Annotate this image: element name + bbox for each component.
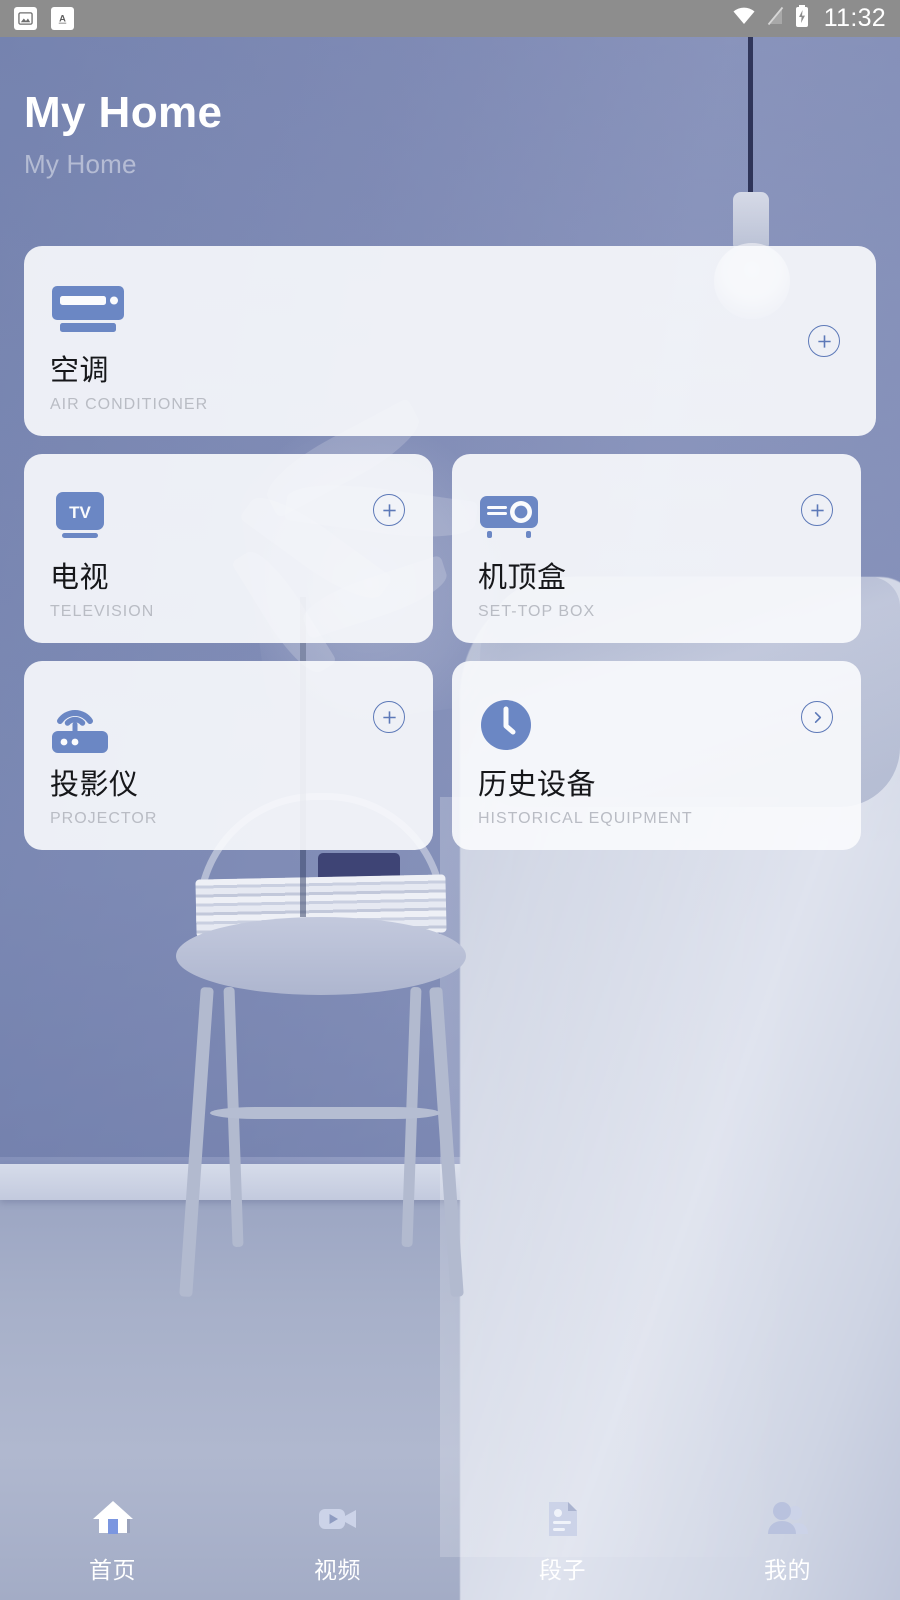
bottom-navigation-bar: 首页 视频 段子 我的 <box>0 1480 900 1600</box>
chevron-right-icon[interactable] <box>801 701 833 733</box>
device-card-label-group: 投影仪 PROJECTOR <box>50 768 157 828</box>
text-input-notification-icon: A <box>51 7 74 30</box>
nav-item-jokes[interactable]: 段子 <box>450 1496 675 1585</box>
set-top-box-icon <box>478 490 540 551</box>
battery-charging-icon <box>795 5 809 32</box>
nav-label-mine: 我的 <box>764 1556 811 1583</box>
air-conditioner-icon <box>50 282 126 345</box>
document-icon <box>540 1496 586 1542</box>
device-card-row: 投影仪 PROJECTOR 历史设备 HISTORICAL EQUIPMENT <box>24 661 876 850</box>
device-card-row: TV 电视 TELEVISION 机顶盒 SET-TOP BOX <box>24 454 876 643</box>
device-name-cn: 电视 <box>50 562 110 595</box>
device-card-projector[interactable]: 投影仪 PROJECTOR <box>24 661 433 850</box>
tv-icon: TV <box>50 490 110 551</box>
add-icon[interactable] <box>373 494 405 526</box>
add-device-button[interactable] <box>373 701 405 733</box>
status-bar-notifications: A <box>14 7 74 30</box>
device-card-list: 空调 AIR CONDITIONER TV 电视 TELEVISION 机顶盒 … <box>24 246 876 868</box>
device-name-cn: 空调 <box>50 355 110 388</box>
status-bar-clock: 11:32 <box>823 4 886 32</box>
device-card-television[interactable]: TV 电视 TELEVISION <box>24 454 433 643</box>
device-card-label-group: 电视 TELEVISION <box>50 561 154 621</box>
device-name-cn: 机顶盒 <box>478 562 567 595</box>
add-icon[interactable] <box>801 494 833 526</box>
app-screen: A 11:32 My Home My Home 空调 AIR CONDITION… <box>0 0 900 1600</box>
open-history-button[interactable] <box>801 701 833 733</box>
clock-icon <box>478 697 534 758</box>
device-card-air-conditioner[interactable]: 空调 AIR CONDITIONER <box>24 246 876 436</box>
add-device-button[interactable] <box>808 325 840 357</box>
status-bar-icons: 11:32 <box>732 4 886 33</box>
add-device-button[interactable] <box>801 494 833 526</box>
page-header: My Home My Home <box>24 88 223 180</box>
nav-item-video[interactable]: 视频 <box>225 1496 450 1585</box>
device-name-en: PROJECTOR <box>50 810 158 827</box>
device-name-cn: 历史设备 <box>478 769 597 802</box>
nav-label-home: 首页 <box>89 1556 136 1583</box>
image-notification-icon <box>14 7 37 30</box>
svg-text:A: A <box>59 13 66 23</box>
page-title: My Home <box>24 88 223 137</box>
nav-item-home[interactable]: 首页 <box>0 1496 225 1585</box>
people-icon <box>765 1496 811 1542</box>
svg-text:TV: TV <box>69 503 91 522</box>
device-card-label-group: 机顶盒 SET-TOP BOX <box>478 561 595 621</box>
add-icon[interactable] <box>373 701 405 733</box>
nav-item-mine[interactable]: 我的 <box>675 1496 900 1585</box>
projector-icon <box>50 697 112 760</box>
wifi-icon <box>732 6 756 31</box>
device-name-en: HISTORICAL EQUIPMENT <box>478 810 693 827</box>
device-card-set-top-box[interactable]: 机顶盒 SET-TOP BOX <box>452 454 861 643</box>
home-icon <box>90 1496 136 1542</box>
device-card-label-group: 空调 AIR CONDITIONER <box>50 354 208 414</box>
device-name-en: SET-TOP BOX <box>478 603 596 620</box>
device-name-en: TELEVISION <box>50 603 155 620</box>
device-card-label-group: 历史设备 HISTORICAL EQUIPMENT <box>478 768 693 828</box>
nav-label-jokes: 段子 <box>539 1556 586 1583</box>
add-icon[interactable] <box>808 325 840 357</box>
video-camera-icon <box>315 1496 361 1542</box>
device-name-cn: 投影仪 <box>50 769 139 802</box>
add-device-button[interactable] <box>373 494 405 526</box>
status-bar: A 11:32 <box>0 0 900 37</box>
page-subtitle: My Home <box>24 149 137 180</box>
device-card-historical-equipment[interactable]: 历史设备 HISTORICAL EQUIPMENT <box>452 661 861 850</box>
nav-label-video: 视频 <box>314 1556 361 1583</box>
no-sim-signal-icon <box>767 6 784 31</box>
device-name-en: AIR CONDITIONER <box>50 396 209 413</box>
